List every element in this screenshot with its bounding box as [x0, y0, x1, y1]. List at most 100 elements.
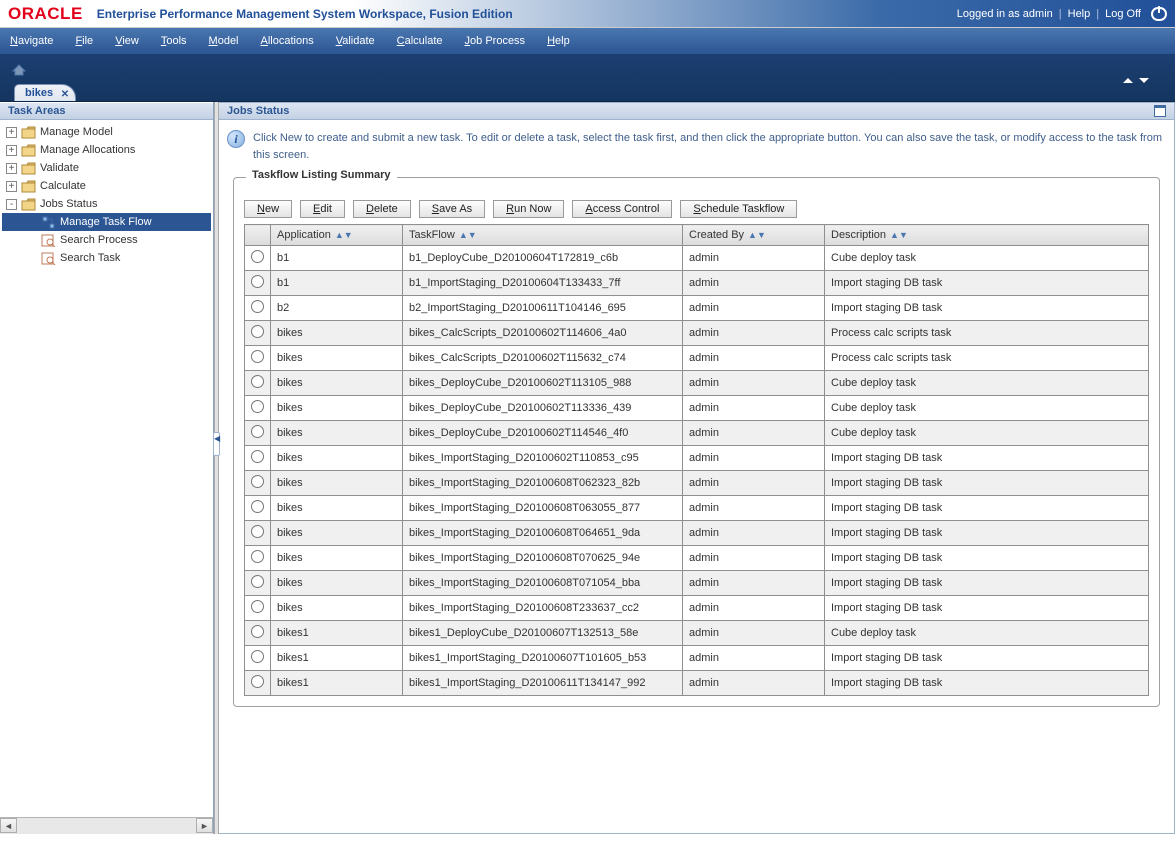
document-tab-bikes[interactable]: bikes ✕ — [14, 84, 76, 101]
row-select-radio[interactable] — [251, 475, 264, 488]
collapse-toggle-icon[interactable] — [1121, 76, 1151, 88]
table-row[interactable]: bikesbikes_ImportStaging_D20100608T07105… — [245, 571, 1149, 596]
row-select-radio[interactable] — [251, 500, 264, 513]
expand-icon[interactable]: + — [6, 181, 17, 192]
tree-item-manage-task-flow[interactable]: Manage Task Flow — [2, 213, 211, 231]
row-select-radio[interactable] — [251, 550, 264, 563]
table-row[interactable]: b2b2_ImportStaging_D20100611T104146_695a… — [245, 296, 1149, 321]
new-button[interactable]: New — [244, 200, 292, 218]
access-control-button[interactable]: Access Control — [572, 200, 672, 218]
menu-tools[interactable]: Tools — [161, 35, 187, 47]
table-row[interactable]: bikesbikes_ImportStaging_D20100608T06465… — [245, 521, 1149, 546]
expand-icon[interactable]: + — [6, 127, 17, 138]
table-row[interactable]: bikes1bikes1_DeployCube_D20100607T132513… — [245, 621, 1149, 646]
expand-icon[interactable]: + — [6, 145, 17, 156]
cell-description: Cube deploy task — [825, 371, 1149, 396]
row-select-radio[interactable] — [251, 575, 264, 588]
tree-item-manage-allocations[interactable]: +Manage Allocations — [2, 141, 211, 159]
row-select-radio[interactable] — [251, 600, 264, 613]
scroll-right-icon[interactable]: ► — [196, 818, 213, 833]
expand-icon[interactable]: + — [6, 163, 17, 174]
tree-item-search-process[interactable]: Search Process — [2, 231, 211, 249]
table-row[interactable]: bikesbikes_DeployCube_D20100602T113105_9… — [245, 371, 1149, 396]
tree-item-label: Manage Model — [40, 126, 113, 138]
horizontal-scrollbar[interactable]: ◄ ► — [0, 817, 213, 834]
tree-item-jobs-status[interactable]: - Jobs Status — [2, 195, 211, 213]
help-link[interactable]: Help — [1068, 8, 1091, 20]
table-row[interactable]: bikesbikes_ImportStaging_D20100608T07062… — [245, 546, 1149, 571]
delete-button[interactable]: Delete — [353, 200, 411, 218]
close-icon[interactable]: ✕ — [61, 89, 69, 100]
splitter-handle-icon[interactable]: ◀ — [213, 432, 220, 456]
tree-item-calculate[interactable]: +Calculate — [2, 177, 211, 195]
tree-item-label: Manage Task Flow — [60, 216, 152, 228]
row-select-radio[interactable] — [251, 275, 264, 288]
menu-allocations[interactable]: Allocations — [261, 35, 314, 47]
menu-help[interactable]: Help — [547, 35, 570, 47]
save-as-button[interactable]: Save As — [419, 200, 485, 218]
table-row[interactable]: bikesbikes_DeployCube_D20100602T114546_4… — [245, 421, 1149, 446]
collapse-icon[interactable]: - — [6, 199, 17, 210]
tree-item-manage-model[interactable]: + Manage Model — [2, 123, 211, 141]
row-select-radio[interactable] — [251, 375, 264, 388]
row-select-radio[interactable] — [251, 350, 264, 363]
cell-taskflow: bikes_ImportStaging_D20100602T110853_c95 — [403, 446, 683, 471]
row-select-radio[interactable] — [251, 650, 264, 663]
row-select-radio[interactable] — [251, 525, 264, 538]
document-tabs: bikes ✕ — [14, 84, 76, 101]
menu-navigate[interactable]: Navigate — [10, 35, 53, 47]
table-row[interactable]: bikesbikes_ImportStaging_D20100608T06305… — [245, 496, 1149, 521]
row-select-radio[interactable] — [251, 425, 264, 438]
cell-taskflow: bikes_DeployCube_D20100602T113336_439 — [403, 396, 683, 421]
tree-item-search-task[interactable]: Search Task — [2, 249, 211, 267]
table-row[interactable]: bikesbikes_ImportStaging_D20100608T23363… — [245, 596, 1149, 621]
cell-taskflow: bikes_ImportStaging_D20100608T064651_9da — [403, 521, 683, 546]
cell-description: Import staging DB task — [825, 596, 1149, 621]
cell-createdby: admin — [683, 246, 825, 271]
table-row[interactable]: bikes1bikes1_ImportStaging_D20100607T101… — [245, 646, 1149, 671]
maximize-icon[interactable] — [1154, 105, 1166, 117]
row-select-radio[interactable] — [251, 300, 264, 313]
table-row[interactable]: bikesbikes_CalcScripts_D20100602T114606_… — [245, 321, 1149, 346]
info-text: Click New to create and submit a new tas… — [253, 130, 1166, 163]
table-row[interactable]: b1b1_ImportStaging_D20100604T133433_7ffa… — [245, 271, 1149, 296]
table-row[interactable]: bikesbikes_CalcScripts_D20100602T115632_… — [245, 346, 1149, 371]
table-row[interactable]: bikesbikes_ImportStaging_D20100602T11085… — [245, 446, 1149, 471]
table-row[interactable]: b1b1_DeployCube_D20100604T172819_c6badmi… — [245, 246, 1149, 271]
column-created-by[interactable]: Created By▲▼ — [683, 225, 825, 246]
row-select-radio[interactable] — [251, 325, 264, 338]
main-panel: Jobs Status i Click New to create and su… — [219, 102, 1175, 834]
scroll-left-icon[interactable]: ◄ — [0, 818, 17, 833]
row-select-cell — [245, 546, 271, 571]
menu-model[interactable]: Model — [209, 35, 239, 47]
cell-application: bikes — [271, 571, 403, 596]
run-now-button[interactable]: Run Now — [493, 200, 564, 218]
column-taskflow[interactable]: TaskFlow▲▼ — [403, 225, 683, 246]
home-icon[interactable] — [12, 64, 26, 76]
menu-job-process[interactable]: Job Process — [465, 35, 526, 47]
row-select-radio[interactable] — [251, 450, 264, 463]
table-row[interactable]: bikesbikes_DeployCube_D20100602T113336_4… — [245, 396, 1149, 421]
row-select-radio[interactable] — [251, 250, 264, 263]
tree-item-validate[interactable]: +Validate — [2, 159, 211, 177]
edit-button[interactable]: Edit — [300, 200, 345, 218]
logoff-icon[interactable] — [1151, 7, 1167, 21]
logoff-link[interactable]: Log Off — [1105, 8, 1141, 20]
menu-file[interactable]: File — [75, 35, 93, 47]
menu-calculate[interactable]: Calculate — [397, 35, 443, 47]
column-description[interactable]: Description▲▼ — [825, 225, 1149, 246]
table-row[interactable]: bikesbikes_ImportStaging_D20100608T06232… — [245, 471, 1149, 496]
row-select-radio[interactable] — [251, 675, 264, 688]
scroll-track[interactable] — [17, 818, 196, 834]
row-select-radio[interactable] — [251, 625, 264, 638]
tree-item-label: Jobs Status — [40, 198, 97, 210]
splitter[interactable]: ◀ — [214, 102, 219, 834]
column-application[interactable]: Application▲▼ — [271, 225, 403, 246]
menu-validate[interactable]: Validate — [336, 35, 375, 47]
row-select-radio[interactable] — [251, 400, 264, 413]
menu-view[interactable]: View — [115, 35, 139, 47]
cell-description: Import staging DB task — [825, 571, 1149, 596]
table-row[interactable]: bikes1bikes1_ImportStaging_D20100611T134… — [245, 671, 1149, 696]
schedule-taskflow-button[interactable]: Schedule Taskflow — [680, 200, 797, 218]
cell-createdby: admin — [683, 346, 825, 371]
